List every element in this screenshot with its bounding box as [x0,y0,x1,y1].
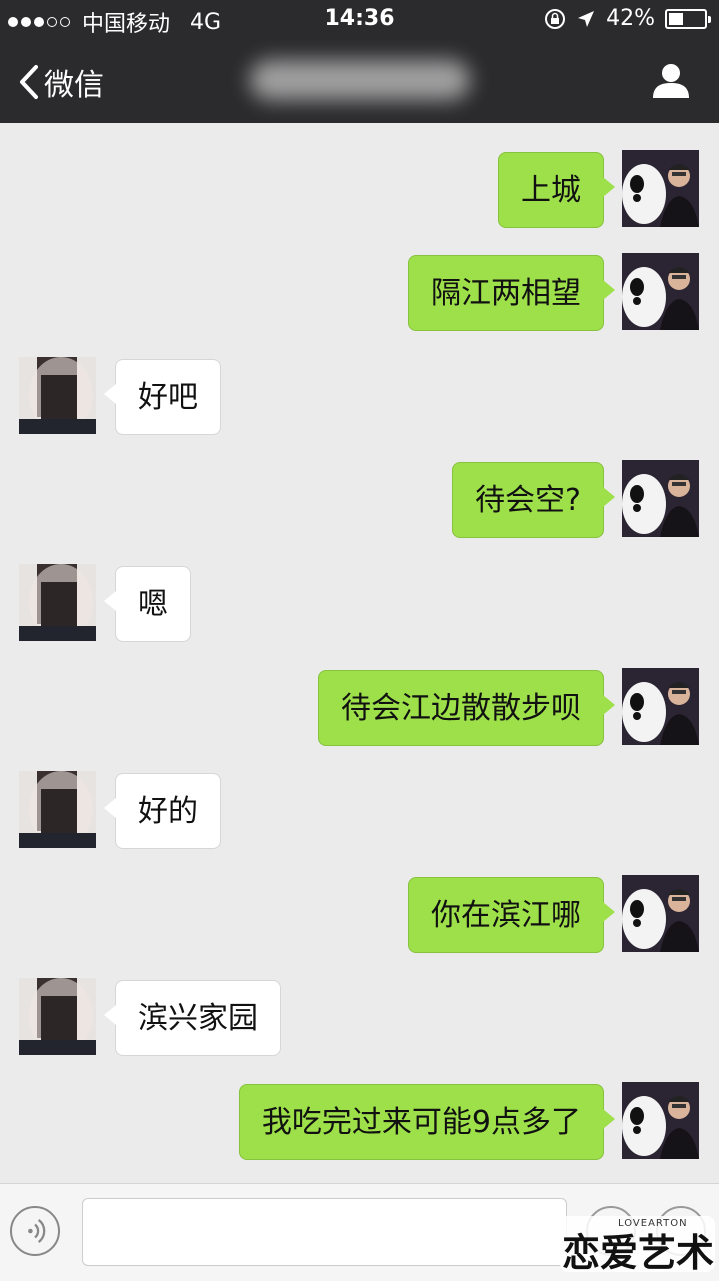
back-label: 微信 [44,68,104,103]
message-row: 嗯 [0,564,719,642]
battery-icon [665,8,711,29]
received-message-bubble[interactable]: 好吧 [104,359,221,435]
message-row: 好的 [0,771,719,849]
chevron-left-icon [20,65,38,99]
my-avatar[interactable] [622,150,699,227]
sent-message-bubble[interactable]: 待会空? [452,462,615,538]
message-row: 待会江边散散步呗 [0,668,719,746]
battery-percent: 42% [606,6,655,31]
message-row: 你在滨江哪 [0,875,719,953]
svg-text:LOVEARTON: LOVEARTON [618,1218,688,1229]
received-message-bubble[interactable]: 滨兴家园 [104,980,281,1056]
my-avatar[interactable] [622,460,699,537]
my-avatar[interactable] [622,253,699,330]
my-avatar[interactable] [622,668,699,745]
rotation-lock-icon [545,8,566,29]
sent-message-bubble[interactable]: 待会江边散散步呗 [318,670,615,746]
received-message-bubble[interactable]: 好的 [104,773,221,849]
watermark-logo: LOVEARTON 恋爱艺术 [560,1216,715,1273]
contact-avatar[interactable] [19,357,96,434]
message-row: 好吧 [0,357,719,435]
person-icon[interactable] [651,60,691,100]
sent-message-bubble[interactable]: 我吃完过来可能9点多了 [238,1084,616,1160]
chat-title-blurred [250,60,470,100]
nav-bar: 微信 [0,40,719,123]
sent-message-bubble[interactable]: 隔江两相望 [408,255,615,331]
my-avatar[interactable] [622,1082,699,1159]
my-avatar[interactable] [622,875,699,952]
message-row: 滨兴家园 [0,978,719,1056]
top-bar: 中国移动 4G 14:36 42% 微信 [0,0,719,123]
message-input[interactable] [82,1198,567,1266]
message-row: 待会空? [0,460,719,538]
svg-text:恋爱艺术: 恋爱艺术 [562,1231,714,1273]
chat-area: 上城隔江两相望好吧待会空? 嗯待会江边散散步呗好的你在滨江哪滨兴家园我吃完过来可能… [0,123,719,1183]
message-row: 我吃完过来可能9点多了 [0,1082,719,1160]
contact-avatar[interactable] [19,564,96,641]
status-bar: 中国移动 4G 14:36 42% [0,0,719,40]
message-row: 隔江两相望 [0,253,719,331]
voice-icon[interactable] [10,1206,60,1256]
sent-message-bubble[interactable]: 上城 [498,152,615,228]
sent-message-bubble[interactable]: 你在滨江哪 [408,877,615,953]
contact-avatar[interactable] [19,771,96,848]
back-button[interactable]: 微信 [18,60,104,104]
contact-avatar[interactable] [19,978,96,1055]
received-message-bubble[interactable]: 嗯 [104,566,191,642]
message-row: 上城 [0,150,719,228]
location-arrow-icon [578,10,595,27]
